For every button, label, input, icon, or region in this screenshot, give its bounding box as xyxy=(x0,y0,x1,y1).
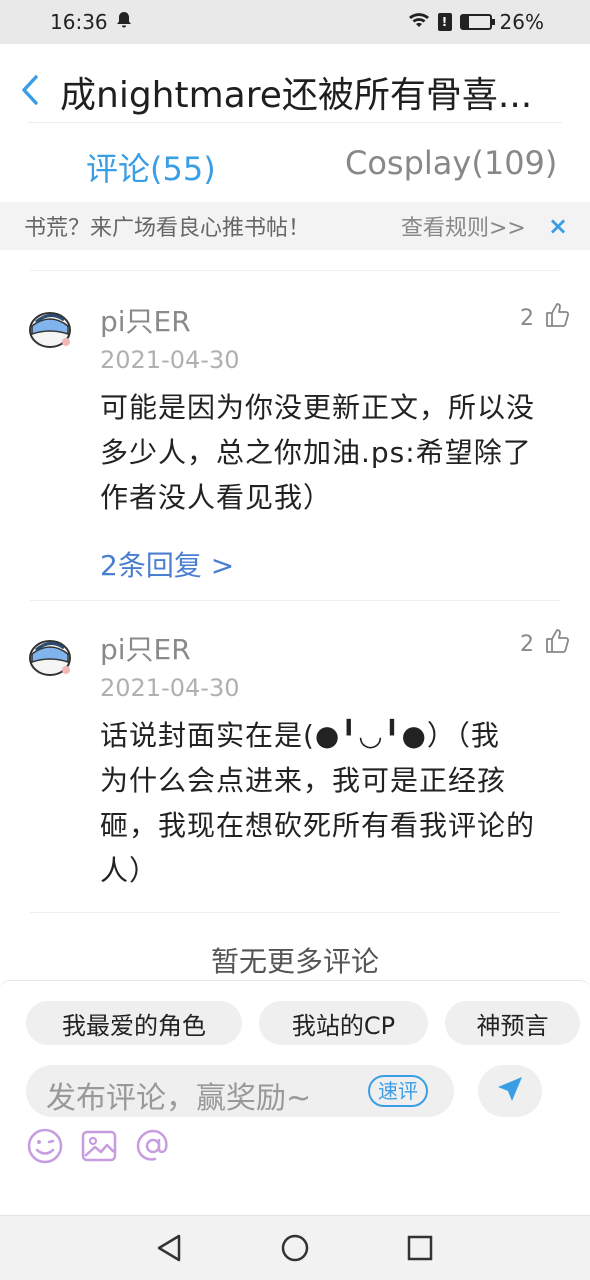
emoji-icon[interactable] xyxy=(26,1127,66,1167)
topic-chip[interactable]: 神预言 xyxy=(445,1001,580,1045)
image-icon[interactable] xyxy=(80,1127,120,1167)
send-icon xyxy=(496,1075,524,1107)
comment-line: 可能是因为你没更新正文，所以没 xyxy=(100,391,536,424)
wifi-icon xyxy=(408,10,430,34)
divider xyxy=(30,912,560,913)
like-count: 2 xyxy=(520,631,534,657)
comment-date: 2021-04-30 xyxy=(100,346,240,374)
nav-recents-icon[interactable] xyxy=(403,1231,437,1265)
nav-back-icon[interactable] xyxy=(152,1231,186,1265)
comment-line: 人） xyxy=(100,854,159,887)
close-icon[interactable]: × xyxy=(548,212,568,240)
comment-body: 可能是因为你没更新正文，所以没 多少人，总之你加油.ps:希望除了 作者没人看见… xyxy=(100,385,570,520)
no-more-comments: 暂无更多评论 xyxy=(210,945,379,978)
comment-input[interactable]: 发布评论，赢奖励~ 速评 xyxy=(26,1065,454,1117)
send-button[interactable] xyxy=(478,1065,542,1117)
comment-line: 砸，我现在想砍死所有看我评论的 xyxy=(100,809,536,842)
page-title: 成nightmare还被所有骨喜... xyxy=(60,75,533,116)
comment-date: 2021-04-30 xyxy=(100,674,240,702)
divider xyxy=(30,600,560,601)
tab-comments[interactable]: 评论(55) xyxy=(86,144,216,190)
comment-line: 作者没人看见我） xyxy=(100,481,333,514)
view-rules-link[interactable]: 查看规则>> xyxy=(401,210,526,242)
comment-username[interactable]: pi只ER xyxy=(100,300,191,340)
like-button[interactable]: 2 xyxy=(520,302,570,334)
like-button[interactable]: 2 xyxy=(520,628,570,660)
alert-icon: ! xyxy=(437,13,452,31)
thumbs-up-icon xyxy=(544,302,570,334)
topic-chip[interactable]: 我最爱的角色 xyxy=(26,1001,242,1045)
status-time: 16:36 xyxy=(50,10,108,34)
notice-text[interactable]: 书荒？来广场看良心推书帖！ xyxy=(24,210,310,242)
avatar[interactable] xyxy=(26,304,76,354)
nav-home-icon[interactable] xyxy=(278,1231,312,1265)
comment-body: 话说封面实在是(●╹◡╹●）（我 为什么会点进来，我可是正经孩 砸，我现在想砍死… xyxy=(100,713,570,893)
view-replies-link[interactable]: 2条回复 > xyxy=(100,544,234,584)
battery-percent: 26% xyxy=(499,10,544,34)
header-divider xyxy=(28,122,562,123)
avatar[interactable] xyxy=(26,632,76,682)
divider xyxy=(30,270,560,271)
thumbs-up-icon xyxy=(544,628,570,660)
status-bar: 16:36 ! 26% xyxy=(0,0,590,44)
comment-line: 多少人，总之你加油.ps:希望除了 xyxy=(100,436,532,469)
mention-icon[interactable] xyxy=(134,1127,174,1167)
tab-bar: 评论(55) Cosplay(109) xyxy=(0,124,590,202)
comment-line: 为什么会点进来，我可是正经孩 xyxy=(100,764,507,797)
quick-comment-button[interactable]: 速评 xyxy=(368,1075,428,1107)
back-icon xyxy=(20,74,40,110)
comment-username[interactable]: pi只ER xyxy=(100,628,191,668)
system-nav-bar xyxy=(0,1215,590,1280)
comment-composer: 我最爱的角色 我站的CP 神预言 发布评论，赢奖励~ 速评 xyxy=(0,980,590,1215)
topic-chip[interactable]: 我站的CP xyxy=(259,1001,428,1045)
tab-cosplay[interactable]: Cosplay(109) xyxy=(345,144,557,182)
notice-banner[interactable]: 书荒？来广场看良心推书帖！ 查看规则>> × xyxy=(0,202,590,250)
notification-bell-icon xyxy=(116,10,132,34)
like-count: 2 xyxy=(520,305,534,331)
comment-line: 话说封面实在是(●╹◡╹●）（我 xyxy=(100,719,500,752)
battery-fill xyxy=(461,16,469,28)
comment-input-placeholder: 发布评论，赢奖励~ xyxy=(46,1081,312,1116)
battery-icon xyxy=(459,14,495,30)
